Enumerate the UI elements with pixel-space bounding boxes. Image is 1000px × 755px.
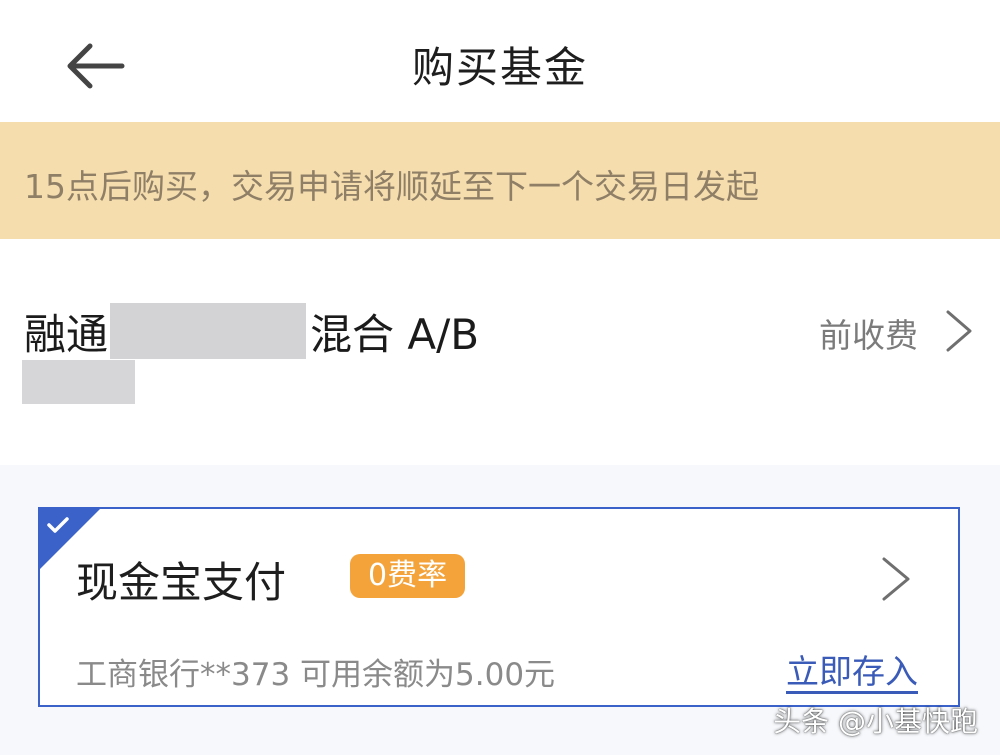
notice-text: 15点后购买，交易申请将顺延至下一个交易日发起: [24, 167, 759, 206]
fund-info-card[interactable]: 融通 混合 A/B 前收费: [0, 239, 1000, 465]
chevron-right-icon: [944, 308, 974, 358]
chevron-right-icon[interactable]: [880, 555, 912, 607]
fee-type-selector[interactable]: 前收费: [740, 307, 1000, 359]
fund-name-suffix: 混合 A/B: [310, 309, 480, 359]
fund-name: 融通 混合 A/B: [24, 303, 479, 359]
page-title: 购买基金: [411, 43, 588, 92]
payment-method-card[interactable]: 现金宝支付 0费率 工商银行**373 可用余额为5.00元 立即存入: [38, 507, 960, 707]
notice-banner: 15点后购买，交易申请将顺延至下一个交易日发起: [0, 122, 1000, 239]
payment-method-title: 现金宝支付: [76, 558, 287, 607]
bank-balance-info: 工商银行**373 可用余额为5.00元: [76, 657, 556, 693]
deposit-now-link[interactable]: 立即存入: [786, 645, 918, 693]
watermark: 头条 @小基快跑: [773, 705, 978, 738]
fund-name-prefix: 融通: [24, 309, 109, 359]
checkmark-icon: [47, 517, 69, 533]
redacted-fund-code: [22, 360, 135, 404]
zero-fee-badge: 0费率: [350, 554, 466, 598]
fee-type-label: 前收费: [819, 316, 918, 355]
header-bar: 购买基金: [0, 0, 1000, 122]
redacted-fund-name: [110, 303, 307, 359]
